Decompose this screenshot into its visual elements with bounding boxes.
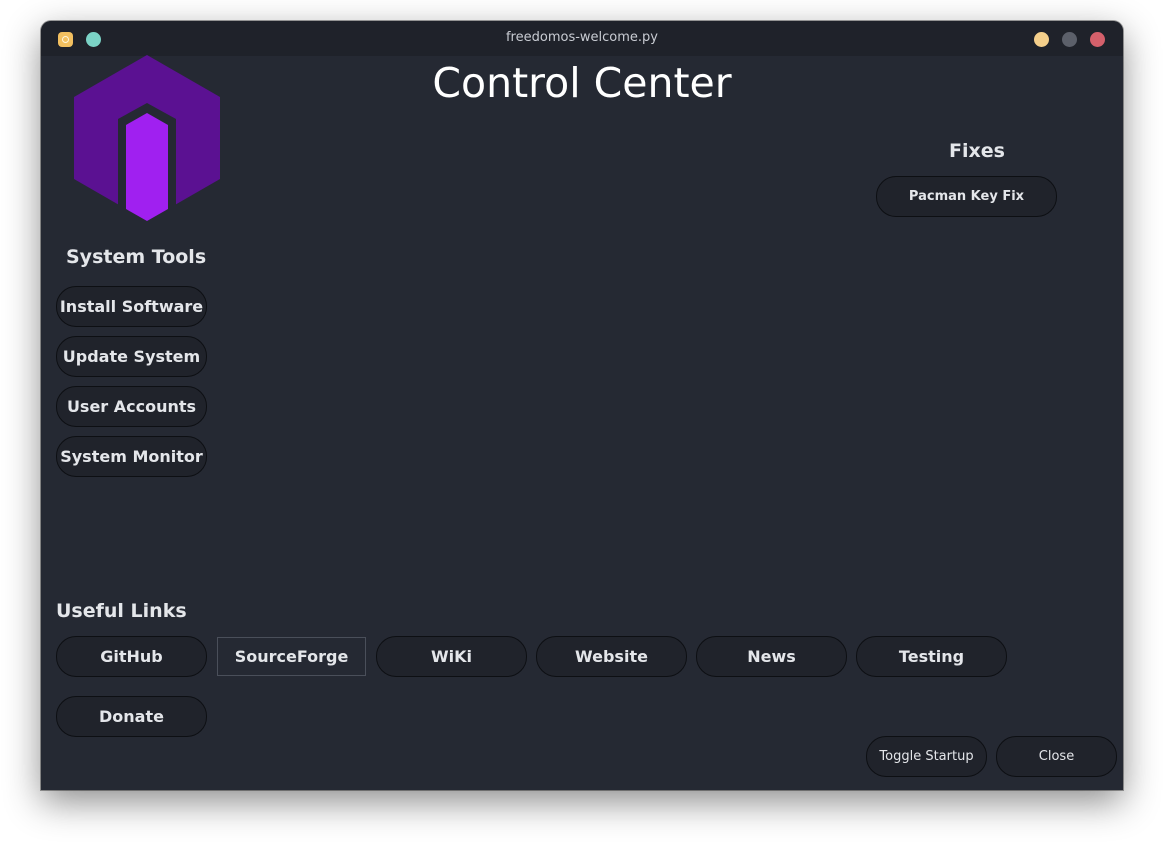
app-window: freedomos-welcome.py Control Center Fixe…: [41, 21, 1123, 790]
useful-links-heading: Useful Links: [56, 600, 187, 622]
website-link-button[interactable]: Website: [536, 636, 687, 677]
toggle-startup-button[interactable]: Toggle Startup: [866, 736, 987, 777]
window-title: freedomos-welcome.py: [505, 30, 658, 45]
pacman-key-fix-button[interactable]: Pacman Key Fix: [876, 176, 1057, 217]
donate-link-button[interactable]: Donate: [56, 696, 207, 737]
update-system-button[interactable]: Update System: [56, 336, 207, 377]
fixes-heading: Fixes: [949, 140, 1005, 162]
minimize-button[interactable]: [1034, 32, 1049, 47]
system-monitor-button[interactable]: System Monitor: [56, 436, 207, 477]
close-button[interactable]: Close: [996, 736, 1117, 777]
page-title: Control Center: [432, 59, 732, 107]
wiki-link-button[interactable]: WiKi: [376, 636, 527, 677]
news-link-button[interactable]: News: [696, 636, 847, 677]
maximize-button[interactable]: [1062, 32, 1077, 47]
testing-link-button[interactable]: Testing: [856, 636, 1007, 677]
title-bar: freedomos-welcome.py: [41, 21, 1123, 56]
close-window-button[interactable]: [1090, 32, 1105, 47]
github-link-button[interactable]: GitHub: [56, 636, 207, 677]
install-software-button[interactable]: Install Software: [56, 286, 207, 327]
system-tools-heading: System Tools: [66, 246, 207, 268]
sourceforge-link-button[interactable]: SourceForge: [217, 637, 366, 676]
user-accounts-button[interactable]: User Accounts: [56, 386, 207, 427]
